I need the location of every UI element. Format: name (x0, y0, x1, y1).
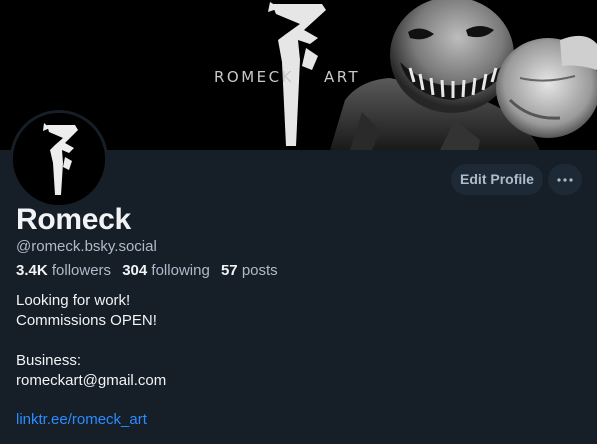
banner-brand-text: ROMECK ART (214, 68, 360, 86)
profile-bio: Looking for work! Commissions OPEN! Busi… (16, 291, 166, 391)
avatar-logo-icon (13, 113, 105, 205)
banner-brand-right: ART (323, 68, 361, 86)
followers-count: 3.4K (16, 262, 48, 279)
bio-line: Looking for work! (16, 292, 131, 309)
profile-handle: @romeck.bsky.social (16, 238, 157, 255)
bio-line: Commissions OPEN! (16, 312, 157, 329)
ellipsis-icon (557, 177, 573, 182)
followers-label: followers (51, 262, 112, 279)
posts-count: 57 (220, 262, 238, 279)
following-label: following (151, 262, 210, 279)
bio-line (16, 331, 166, 351)
followers-stat[interactable]: 3.4K followers (16, 262, 111, 279)
bio-line: Business: (16, 352, 82, 369)
posts-stat: 57 posts (221, 262, 278, 279)
posts-label: posts (241, 262, 278, 279)
following-stat[interactable]: 304 following (122, 262, 210, 279)
following-count: 304 (122, 262, 148, 279)
profile-stats: 3.4K followers 304 following 57 posts (16, 262, 285, 279)
bio-line: romeckart@gmail.com (16, 372, 167, 389)
avatar[interactable] (10, 110, 108, 208)
banner-brand-left: ROMECK (214, 68, 294, 86)
profile-link[interactable]: linktr.ee/romeck_art (16, 411, 147, 428)
edit-profile-button[interactable]: Edit Profile (451, 164, 543, 195)
display-name: Romeck (16, 203, 131, 236)
more-options-button[interactable] (548, 164, 582, 195)
profile-page: ROMECK ART Edit Profile Romeck @romeck.bs… (0, 0, 597, 444)
